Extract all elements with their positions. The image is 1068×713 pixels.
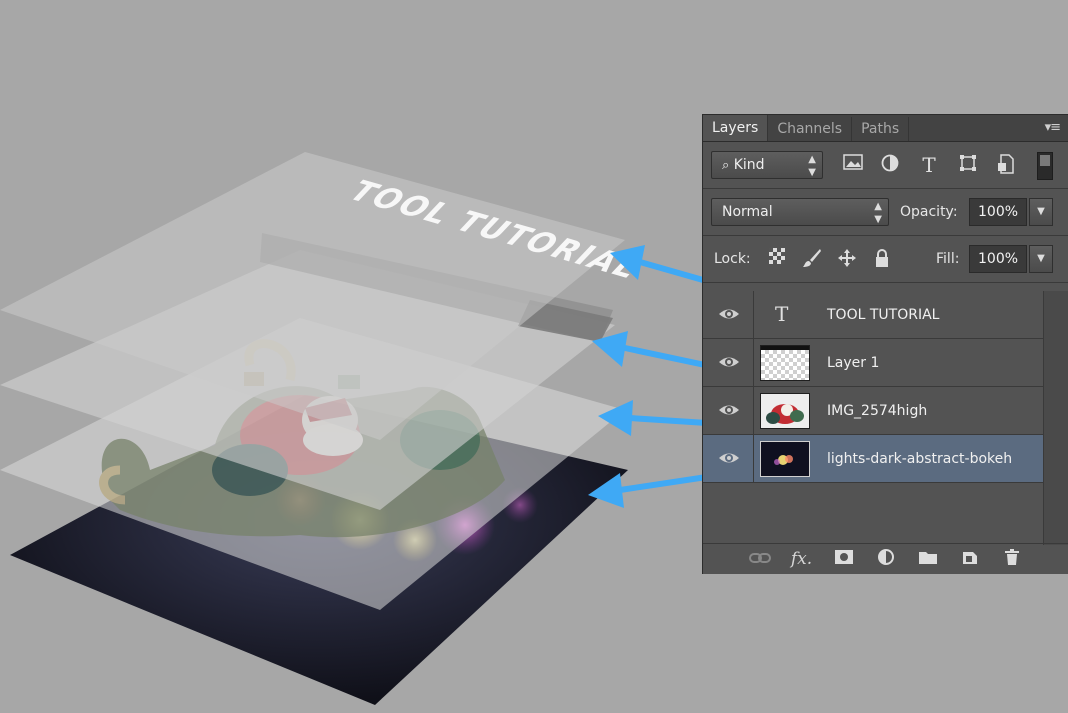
layer-row[interactable]: T TOOL TUTORIAL xyxy=(703,291,1043,339)
row-divider xyxy=(753,291,754,338)
blend-mode-dropdown[interactable]: Normal ▲ ▼ xyxy=(711,198,889,226)
row-divider xyxy=(753,387,754,434)
folder-icon[interactable] xyxy=(912,549,944,570)
image-filter-icon[interactable] xyxy=(841,154,865,176)
shape-filter-icon[interactable] xyxy=(956,154,980,176)
new-layer-icon[interactable] xyxy=(954,548,986,571)
filter-kind-label: Kind xyxy=(733,157,765,173)
visibility-eye-icon[interactable] xyxy=(717,448,741,468)
lock-fill-row: Lock: Fill: 100% ▼ xyxy=(703,236,1068,283)
panel-menu-icon[interactable]: ▾≡ xyxy=(1045,120,1061,135)
panel-footer-toolbar: fx. xyxy=(703,543,1068,574)
layer-row[interactable]: Layer 1 xyxy=(703,339,1043,387)
panel-tabs: Layers Channels Paths ▾≡ xyxy=(703,115,1068,142)
search-icon: ⌕ xyxy=(722,158,730,173)
tab-channels[interactable]: Channels xyxy=(768,117,853,141)
layer-name[interactable]: IMG_2574high xyxy=(827,387,927,435)
layer-thumbnail xyxy=(760,393,810,429)
layer-name[interactable]: TOOL TUTORIAL xyxy=(827,291,939,339)
layers-panel: Layers Channels Paths ▾≡ ⌕ Kind ▲ ▼ T Nor xyxy=(702,114,1068,574)
opacity-input[interactable]: 100% xyxy=(969,198,1027,226)
layer-name[interactable]: lights-dark-abstract-bokeh xyxy=(827,435,1012,483)
fx-icon[interactable]: fx. xyxy=(786,549,818,569)
layer-thumbnail xyxy=(760,345,810,381)
lock-position-move-icon[interactable] xyxy=(835,248,859,270)
updown-arrow-icon: ▲ ▼ xyxy=(808,154,816,178)
adjustment-icon[interactable] xyxy=(870,548,902,571)
row-divider xyxy=(753,435,754,482)
layer-filter-row: ⌕ Kind ▲ ▼ T xyxy=(703,142,1068,189)
layer-row[interactable]: IMG_2574high xyxy=(703,387,1043,435)
fill-label: Fill: xyxy=(936,251,960,267)
lock-all-padlock-icon[interactable] xyxy=(870,248,894,270)
filter-toggle-switch[interactable] xyxy=(1037,152,1053,180)
visibility-eye-icon[interactable] xyxy=(717,304,741,324)
blend-mode-value: Normal xyxy=(722,204,773,220)
mask-icon[interactable] xyxy=(828,549,860,569)
fill-dropdown-arrow[interactable]: ▼ xyxy=(1029,245,1053,273)
lock-label: Lock: xyxy=(714,251,751,267)
smart-object-filter-icon[interactable] xyxy=(994,154,1018,176)
opacity-dropdown-arrow[interactable]: ▼ xyxy=(1029,198,1053,226)
layers-scrollbar[interactable] xyxy=(1043,291,1068,545)
fill-input[interactable]: 100% xyxy=(969,245,1027,273)
link-layers-icon[interactable] xyxy=(744,549,776,569)
text-layer-t-icon: T xyxy=(775,302,789,326)
tab-paths[interactable]: Paths xyxy=(852,117,910,141)
row-divider xyxy=(753,339,754,386)
layer-name[interactable]: Layer 1 xyxy=(827,339,879,387)
blend-opacity-row: Normal ▲ ▼ Opacity: 100% ▼ xyxy=(703,189,1068,236)
type-filter-icon[interactable]: T xyxy=(917,154,941,176)
layers-list: T TOOL TUTORIAL Layer 1 IMG_2574high lig… xyxy=(703,291,1068,545)
updown-arrow-icon: ▲ ▼ xyxy=(874,201,882,225)
visibility-eye-icon[interactable] xyxy=(717,352,741,372)
trash-icon[interactable] xyxy=(996,548,1028,571)
adjustment-filter-icon[interactable] xyxy=(878,154,902,176)
lock-transparency-icon[interactable] xyxy=(765,248,789,270)
layer-thumbnail xyxy=(760,441,810,477)
visibility-eye-icon[interactable] xyxy=(717,400,741,420)
tab-layers[interactable]: Layers xyxy=(703,115,769,141)
layer-row-selected[interactable]: lights-dark-abstract-bokeh xyxy=(703,435,1043,483)
filter-kind-dropdown[interactable]: ⌕ Kind ▲ ▼ xyxy=(711,151,823,179)
lock-pixels-brush-icon[interactable] xyxy=(800,248,824,270)
opacity-label: Opacity: xyxy=(900,204,958,220)
